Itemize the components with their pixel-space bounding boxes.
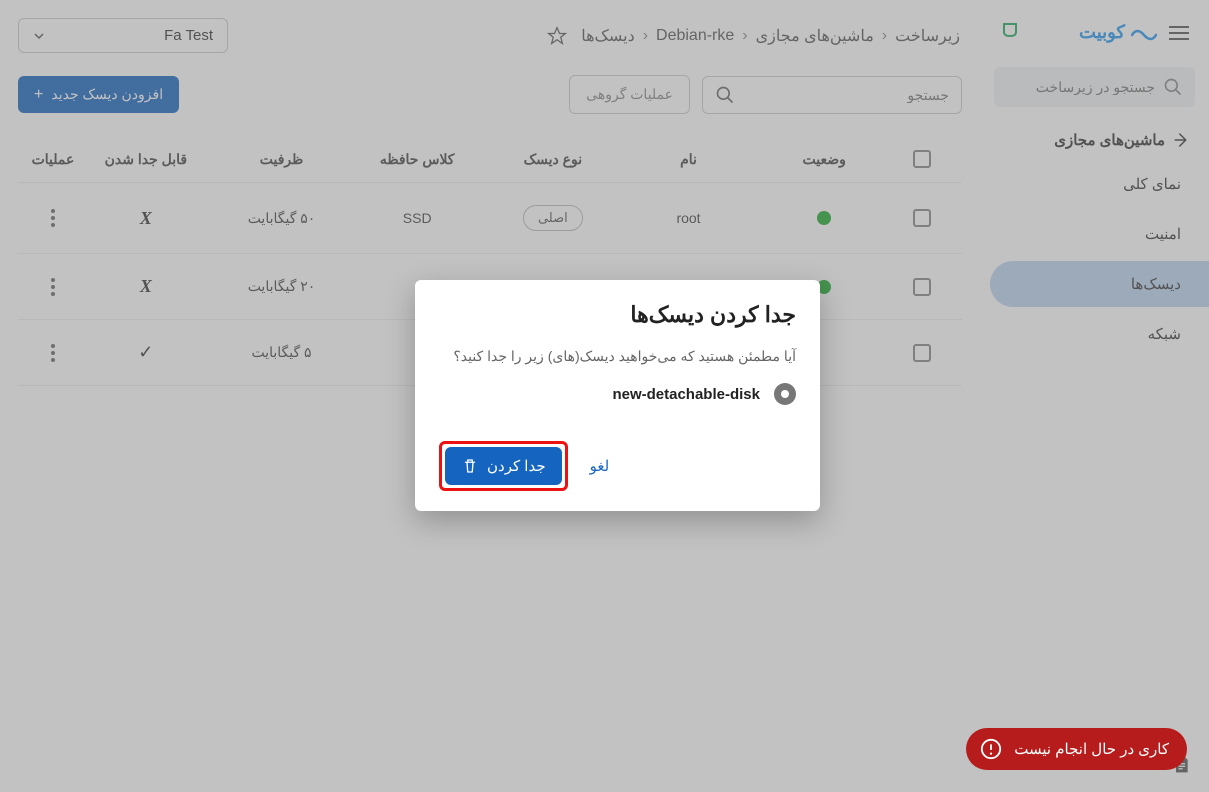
modal-disk-item: new-detachable-disk xyxy=(439,383,796,405)
snackbar-text: کاری در حال انجام نیست xyxy=(1014,740,1169,758)
alert-icon xyxy=(980,738,1002,760)
cancel-button[interactable]: لغو xyxy=(586,449,614,483)
disk-icon xyxy=(774,383,796,405)
status-snackbar[interactable]: کاری در حال انجام نیست xyxy=(966,728,1187,770)
highlighted-action: جدا کردن xyxy=(439,441,568,491)
modal-title: جدا کردن دیسک‌ها xyxy=(439,302,796,328)
modal-message: آیا مطمئن هستید که می‌خواهید دیسک(های) ز… xyxy=(439,348,796,365)
trash-icon xyxy=(461,457,479,475)
detach-button[interactable]: جدا کردن xyxy=(445,447,562,485)
detach-disk-modal: جدا کردن دیسک‌ها آیا مطمئن هستید که می‌خ… xyxy=(415,280,820,511)
modal-disk-name: new-detachable-disk xyxy=(612,386,760,403)
